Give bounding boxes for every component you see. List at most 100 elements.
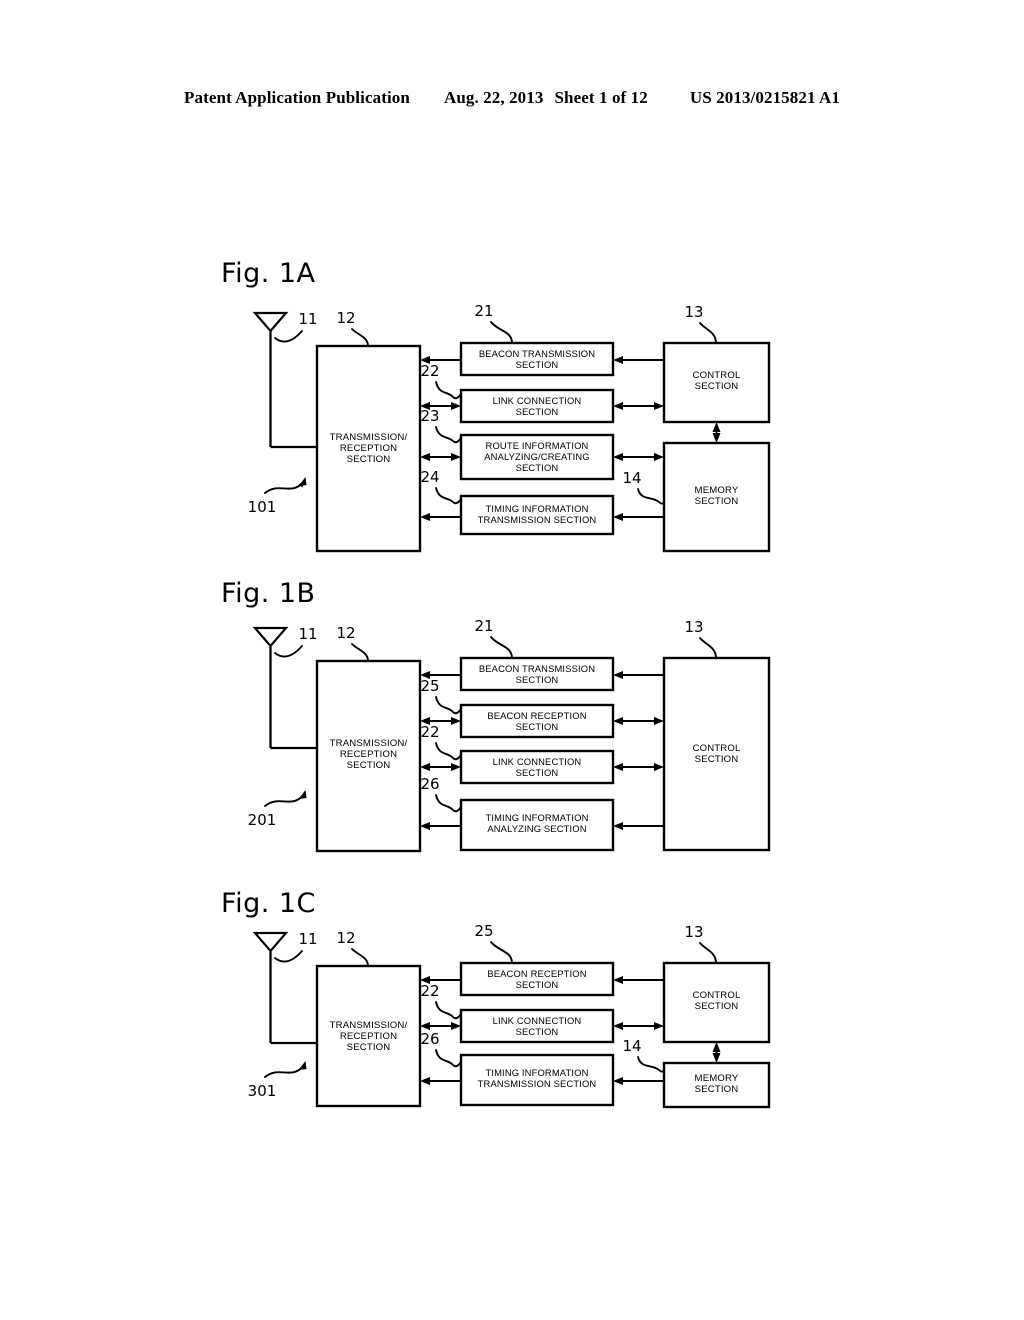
ref-26: 26 (420, 775, 439, 793)
middle-block-1-label-2: SECTION (516, 406, 559, 417)
figure-title-1a: Fig. 1A (221, 258, 316, 289)
ctrl-arrow-1-head-right (654, 1022, 664, 1030)
header-document-number: US 2013/0215821 A1 (689, 88, 840, 107)
middle-block-0-label-1: BEACON RECEPTION (487, 968, 586, 979)
mem-arrow-3-head (613, 513, 623, 521)
transceiver-label-1: TRANSMISSION/ (330, 738, 408, 749)
control-label-1: CONTROL (693, 990, 741, 1001)
middle-block-0-label-2: SECTION (516, 674, 559, 685)
leader-ref-14 (637, 1056, 665, 1073)
transceiver-label-3: SECTION (347, 760, 391, 771)
mem-arrow-2-head (613, 1077, 623, 1085)
ref-12: 12 (336, 309, 355, 327)
antenna-icon (252, 311, 317, 449)
transceiver-label-2: RECEPTION (340, 443, 397, 454)
leader-ref-13 (699, 637, 717, 659)
ref-11: 11 (298, 625, 317, 643)
middle-block-3-label-1: TIMING INFORMATION (485, 812, 588, 823)
ctrl-arrow-2-head-right (654, 763, 664, 771)
ctrl-mem-head-up (712, 1042, 721, 1052)
figure-1a-drawing: 11 101 12 TRANSMISSION/ RECEPTION SECTIO… (248, 305, 771, 553)
middle-block-3-label-1: TIMING INFORMATION (485, 503, 588, 514)
control-label-1: CONTROL (693, 370, 741, 381)
leader-ref-25 (490, 941, 513, 964)
ctrl-arrow-1-head-right (654, 402, 664, 410)
middle-block-3-label-2: TRANSMISSION SECTION (478, 514, 597, 525)
patent-sheet: Patent Application Publication Aug. 22, … (0, 0, 1024, 1320)
control-label-2: SECTION (695, 754, 739, 765)
ref-22: 22 (420, 982, 439, 1000)
ref-25: 25 (420, 677, 439, 695)
middle-block-1-label-2: SECTION (516, 721, 559, 732)
ref-201: 201 (248, 811, 277, 829)
middle-block-0-label-2: SECTION (516, 359, 559, 370)
mem-arrow-2-head-right (654, 453, 664, 461)
middle-block-1-label-1: BEACON RECEPTION (487, 710, 586, 721)
transceiver-label-1: TRANSMISSION/ (330, 432, 408, 443)
middle-block-0-label-1: BEACON TRANSMISSION (479, 663, 595, 674)
middle-block-1-label-1: LINK CONNECTION (493, 1015, 582, 1026)
middle-block-1-label-2: SECTION (516, 1026, 559, 1037)
memory-label-1: MEMORY (695, 485, 739, 496)
leader-transceiver-ref (351, 948, 369, 967)
arrow-1-head-left (420, 1022, 430, 1030)
ctrl-mem-head-down (712, 1053, 721, 1063)
middle-block-2-label-1: LINK CONNECTION (493, 756, 582, 767)
leader-ref-23 (435, 426, 462, 444)
leader-ref-26 (435, 1049, 462, 1068)
leader-transceiver-ref (351, 643, 369, 662)
middle-block-2-label-1: TIMING INFORMATION (485, 1067, 588, 1078)
leader-antenna-ref (274, 330, 303, 343)
mem-arrow-2-head-left (613, 453, 623, 461)
ref-21: 21 (474, 305, 493, 320)
middle-block-2-label-2: TRANSMISSION SECTION (478, 1078, 597, 1089)
ref-13: 13 (684, 620, 703, 636)
ref-14: 14 (622, 469, 641, 487)
antenna-icon (252, 626, 317, 750)
arrow-2-left-head (420, 1077, 430, 1085)
transceiver-label-2: RECEPTION (340, 1031, 397, 1042)
memory-label-1: MEMORY (695, 1073, 739, 1084)
ref-21: 21 (474, 620, 493, 635)
device-ref-leader-301 (264, 1061, 307, 1078)
ref-13: 13 (684, 305, 703, 321)
arrow-2-head-left (420, 763, 430, 771)
transceiver-label-3: SECTION (347, 454, 391, 465)
leader-ref-21 (490, 321, 513, 344)
ref-12: 12 (336, 624, 355, 642)
middle-block-2-label-1: ROUTE INFORMATION (486, 440, 589, 451)
ctrl-arrow-0-head (613, 976, 623, 984)
ctrl-arrow-1-head-left (613, 402, 623, 410)
ref-12: 12 (336, 929, 355, 947)
ref-26: 26 (420, 1030, 439, 1048)
leader-ref-14 (637, 488, 665, 505)
leader-ref-22 (435, 1001, 462, 1020)
leader-antenna-ref (274, 645, 303, 658)
arrow-2-head-right (451, 453, 461, 461)
transceiver-label-3: SECTION (347, 1042, 391, 1053)
ref-22: 22 (420, 723, 439, 741)
ref-23: 23 (420, 407, 439, 425)
ref-101: 101 (248, 498, 277, 516)
leader-ref-13 (699, 942, 717, 964)
header-publication: Patent Application Publication (184, 88, 410, 107)
leader-ref-22 (435, 381, 462, 400)
page-header: Patent Application Publication Aug. 22, … (0, 88, 1024, 108)
ref-22: 22 (420, 362, 439, 380)
ref-11: 11 (298, 930, 317, 948)
ref-301: 301 (248, 1082, 277, 1100)
arrow-2-head-left (420, 453, 430, 461)
ctrl-mem-head-up (712, 422, 721, 432)
transceiver-label-1: TRANSMISSION/ (330, 1020, 408, 1031)
ctrl-mem-head-down (712, 433, 721, 443)
memory-label-2: SECTION (695, 496, 739, 507)
ref-24: 24 (420, 468, 439, 486)
device-ref-leader-101 (264, 477, 307, 494)
middle-block-1-label-1: LINK CONNECTION (493, 395, 582, 406)
arrow-1-head-right (451, 402, 461, 410)
control-label-2: SECTION (695, 381, 739, 392)
leader-antenna-ref (274, 950, 303, 963)
leader-ref-25 (435, 696, 462, 715)
figure-1c-drawing: 11 301 12 TRANSMISSION/ RECEPTION SECTIO… (248, 925, 771, 1109)
header-sheet: Sheet 1 of 12 (554, 88, 648, 107)
